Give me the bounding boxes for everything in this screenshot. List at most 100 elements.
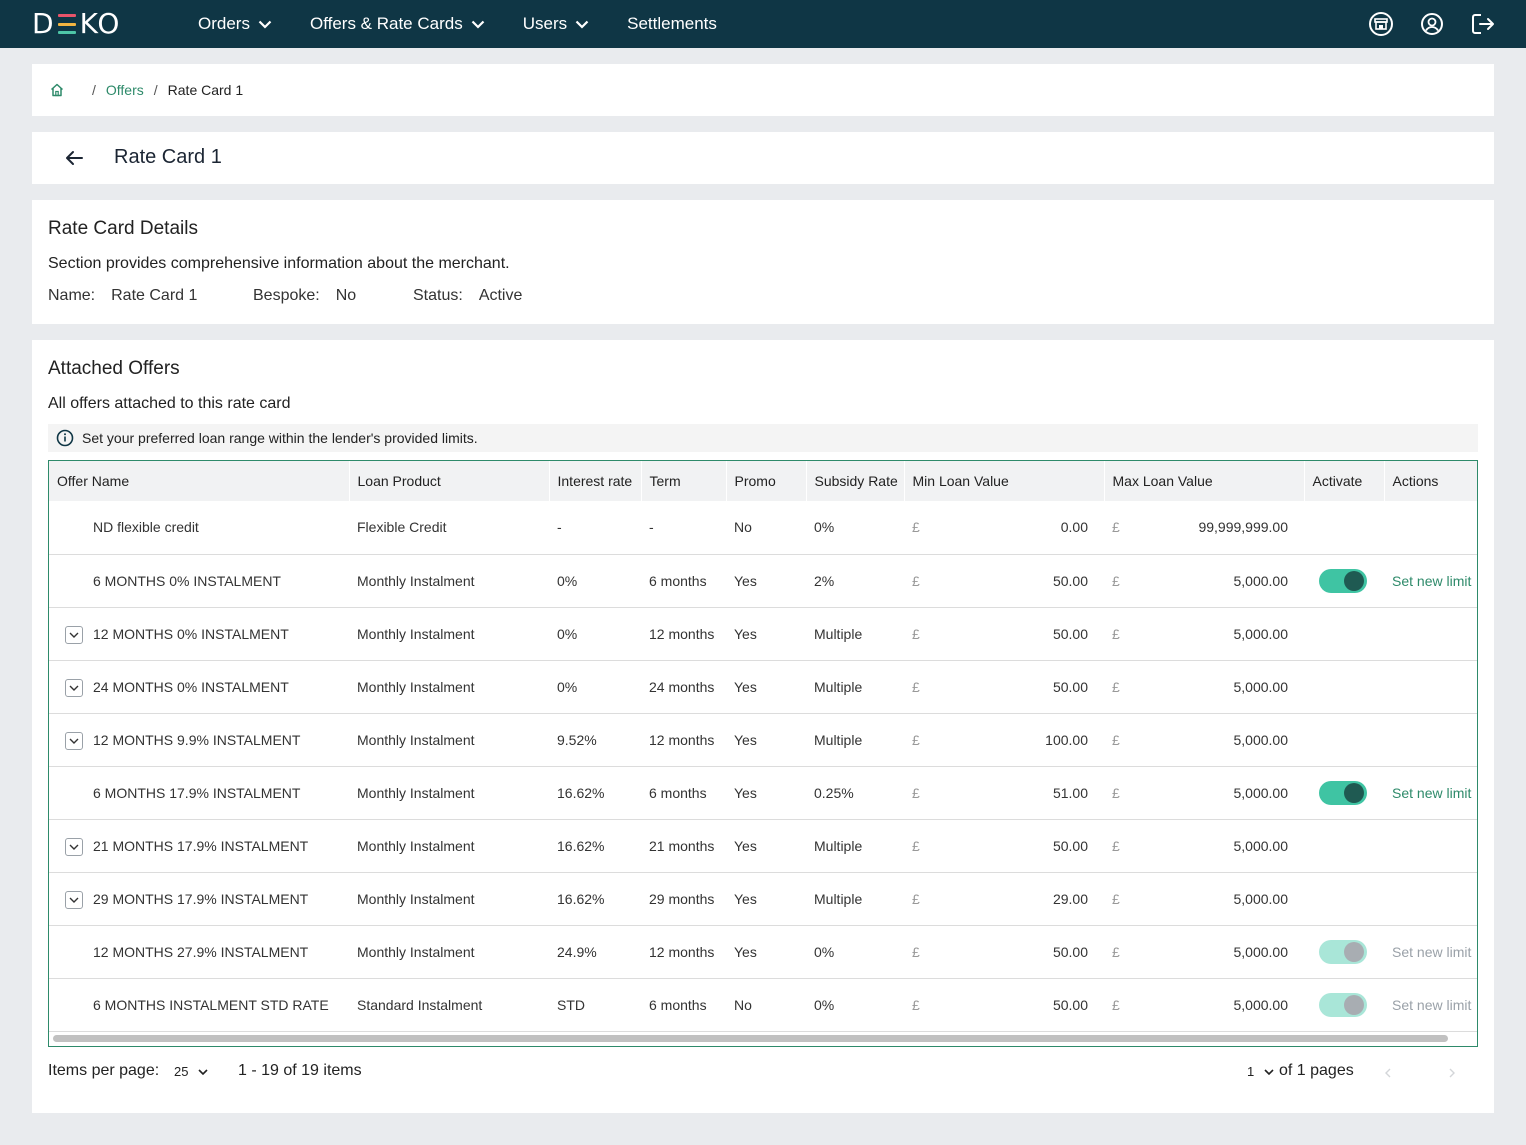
- offer-name: 6 MONTHS 0% INSTALMENT: [93, 572, 281, 589]
- offer-name: 6 MONTHS INSTALMENT STD RATE: [93, 996, 329, 1013]
- offer-name-cell: 6 MONTHS 17.9% INSTALMENT: [49, 766, 349, 820]
- currency-symbol: £: [912, 996, 920, 1013]
- term-cell: 29 months: [641, 872, 726, 926]
- items-per-page-select[interactable]: 25: [174, 1064, 209, 1079]
- main-menu: Orders Offers & Rate Cards Users Settlement…: [198, 0, 755, 48]
- name-label: Name:: [48, 287, 96, 304]
- logout-icon[interactable]: [1470, 12, 1496, 36]
- top-nav: D KO Orders Offers & Rate Cards Users Settl…: [0, 0, 1526, 48]
- min-loan-value: 50.00: [1052, 678, 1088, 695]
- table-body: ND flexible credit Flexible Credit - - No 0% £…: [49, 501, 1477, 1032]
- table-row: 12 MONTHS 0% INSTALMENT Monthly Instalmen…: [49, 607, 1477, 661]
- account-circle-icon[interactable]: [1420, 12, 1444, 36]
- expand-row-button[interactable]: [65, 625, 83, 644]
- status-value: Active: [478, 287, 523, 304]
- activate-toggle[interactable]: [1319, 992, 1367, 1017]
- min-loan-value-cell: £50.00: [904, 554, 1104, 608]
- offers-subtitle: All offers attached to this rate card: [48, 395, 291, 412]
- page-select[interactable]: 1: [1247, 1064, 1274, 1079]
- nav-item-users[interactable]: Users: [523, 14, 589, 34]
- activate-toggle[interactable]: [1319, 780, 1367, 805]
- offer-name: 6 MONTHS 17.9% INSTALMENT: [93, 784, 301, 801]
- breadcrumb-offers-link[interactable]: Offers: [106, 82, 144, 98]
- set-new-limit-link[interactable]: Set new limit: [1392, 785, 1471, 801]
- offer-name: ND flexible credit: [93, 519, 199, 536]
- back-arrow-icon[interactable]: [64, 149, 84, 167]
- actions-cell: [1384, 713, 1477, 767]
- min-loan-value: 50.00: [1052, 625, 1088, 642]
- home-icon[interactable]: [50, 83, 64, 97]
- term-cell: 6 months: [641, 766, 726, 820]
- details-title: Rate Card Details: [48, 218, 198, 239]
- breadcrumb-separator: /: [153, 82, 158, 98]
- table-row: ND flexible credit Flexible Credit - - No 0% £…: [49, 501, 1477, 555]
- max-loan-value: 5,000.00: [1233, 784, 1289, 801]
- expand-row-button[interactable]: [65, 678, 83, 697]
- deko-logo[interactable]: D KO: [32, 10, 120, 38]
- term-cell: 21 months: [641, 819, 726, 873]
- max-loan-value: 5,000.00: [1233, 837, 1289, 854]
- activate-cell: [1304, 872, 1384, 926]
- items-range: 1 - 19 of 19 items: [238, 1062, 362, 1079]
- prev-page-icon[interactable]: [1385, 1068, 1391, 1078]
- currency-symbol: £: [912, 519, 920, 535]
- promo-cell: Yes: [726, 554, 806, 608]
- currency-symbol: £: [1112, 890, 1120, 907]
- offer-name-cell: 6 MONTHS 0% INSTALMENT: [49, 554, 349, 608]
- min-loan-value: 0.00: [1060, 519, 1088, 535]
- activate-cell: [1304, 607, 1384, 661]
- table-row: 29 MONTHS 17.9% INSTALMENT Monthly Instal…: [49, 872, 1477, 926]
- nav-item-orders[interactable]: Orders: [198, 14, 272, 34]
- chevron-down-icon: [69, 632, 79, 638]
- min-loan-value: 50.00: [1052, 572, 1088, 589]
- chevron-down-icon: [69, 844, 79, 850]
- interest-rate-cell: 16.62%: [549, 766, 641, 820]
- currency-symbol: £: [912, 572, 920, 589]
- expand-row-button[interactable]: [65, 890, 83, 909]
- set-new-limit-link[interactable]: Set new limit: [1392, 997, 1471, 1013]
- info-text: Set your preferred loan range within the…: [82, 430, 478, 446]
- max-loan-value-cell: £5,000.00: [1104, 978, 1304, 1032]
- loan-product-cell: Monthly Instalment: [349, 554, 549, 608]
- currency-symbol: £: [1112, 837, 1120, 854]
- max-loan-value-cell: £5,000.00: [1104, 872, 1304, 926]
- activate-cell: [1304, 925, 1384, 979]
- subsidy-rate-cell: Multiple: [806, 607, 904, 661]
- rate-card-details: Rate Card Details Section provides compr…: [32, 200, 1494, 324]
- promo-cell: Yes: [726, 713, 806, 767]
- activate-toggle[interactable]: [1319, 568, 1367, 593]
- max-loan-value: 99,999,999.00: [1198, 519, 1288, 535]
- actions-cell: Set new limit: [1384, 978, 1477, 1032]
- max-loan-value-cell: £99,999,999.00: [1104, 501, 1304, 555]
- set-new-limit-link[interactable]: Set new limit: [1392, 573, 1471, 589]
- store-icon[interactable]: [1368, 11, 1394, 37]
- subsidy-rate-cell: Multiple: [806, 872, 904, 926]
- chevron-down-icon: [198, 1068, 209, 1075]
- activate-toggle[interactable]: [1319, 939, 1367, 964]
- offer-name-cell: 21 MONTHS 17.9% INSTALMENT: [49, 819, 349, 873]
- min-loan-value-cell: £51.00: [904, 766, 1104, 820]
- nav-item-offers-rate-cards[interactable]: Offers & Rate Cards: [310, 14, 485, 34]
- actions-cell: Set new limit: [1384, 925, 1477, 979]
- max-loan-value-cell: £5,000.00: [1104, 607, 1304, 661]
- offer-name-cell: 29 MONTHS 17.9% INSTALMENT: [49, 872, 349, 926]
- set-new-limit-link[interactable]: Set new limit: [1392, 944, 1471, 960]
- interest-rate-cell: STD: [549, 978, 641, 1032]
- horizontal-scrollbar[interactable]: [53, 1035, 1448, 1042]
- max-loan-value: 5,000.00: [1233, 890, 1289, 907]
- nav-item-settlements[interactable]: Settlements: [627, 14, 717, 34]
- offer-name-cell: 12 MONTHS 0% INSTALMENT: [49, 607, 349, 661]
- term-cell: -: [641, 501, 726, 555]
- offer-name-cell: 6 MONTHS INSTALMENT STD RATE: [49, 978, 349, 1032]
- table-row: 12 MONTHS 9.9% INSTALMENT Monthly Instalm…: [49, 713, 1477, 767]
- loan-product-cell: Monthly Instalment: [349, 872, 549, 926]
- details-row: Name: Rate Card 1 Bespoke: No Status: Ac…: [48, 287, 1478, 305]
- min-loan-value: 50.00: [1052, 837, 1088, 854]
- expand-row-button[interactable]: [65, 837, 83, 856]
- offer-name-cell: 24 MONTHS 0% INSTALMENT: [49, 660, 349, 714]
- name-value: Rate Card 1: [111, 287, 198, 304]
- offer-name: 12 MONTHS 9.9% INSTALMENT: [93, 731, 301, 748]
- expand-row-button[interactable]: [65, 731, 83, 750]
- next-page-icon[interactable]: [1449, 1068, 1455, 1078]
- max-loan-value-cell: £5,000.00: [1104, 925, 1304, 979]
